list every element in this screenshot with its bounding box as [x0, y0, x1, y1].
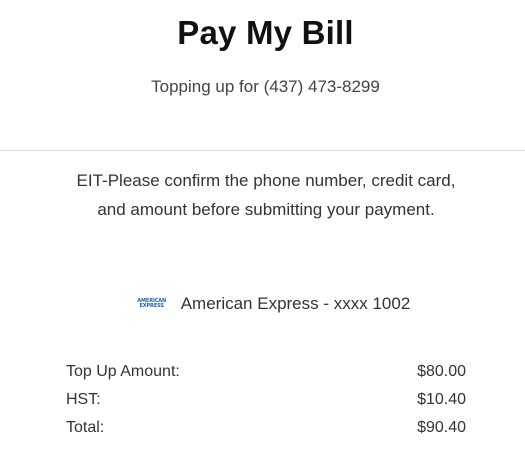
american-express-logo-icon: AMERICAN EXPRESS	[135, 297, 169, 311]
topping-up-subtitle: Topping up for (437) 473-8299	[151, 77, 380, 96]
pay-my-bill-page: Pay My Bill Topping up for (437) 473-829…	[0, 0, 525, 456]
summary-row-total: Total: $90.40	[66, 416, 466, 444]
payment-method-label: American Express - xxxx 1002	[180, 294, 411, 313]
summary-row-top-up: Top Up Amount: $80.00	[66, 360, 466, 388]
payment-summary: Top Up Amount: $80.00 HST: $10.40 Total:…	[66, 360, 466, 444]
summary-value: $90.40	[417, 419, 466, 436]
payment-method-row: AMERICAN EXPRESS American Express - xxxx…	[0, 293, 525, 315]
summary-value: $10.40	[417, 391, 466, 408]
page-title: Pay My Bill	[177, 14, 354, 51]
summary-value: $80.00	[417, 363, 466, 380]
summary-label: HST:	[66, 391, 101, 408]
confirmation-notice: EIT-Please confirm the phone number, cre…	[76, 171, 456, 219]
divider	[0, 150, 525, 151]
summary-label: Top Up Amount:	[66, 363, 180, 380]
summary-label: Total:	[66, 419, 105, 436]
amex-logo-line-2: EXPRESS	[139, 303, 164, 309]
summary-row-hst: HST: $10.40	[66, 388, 466, 416]
